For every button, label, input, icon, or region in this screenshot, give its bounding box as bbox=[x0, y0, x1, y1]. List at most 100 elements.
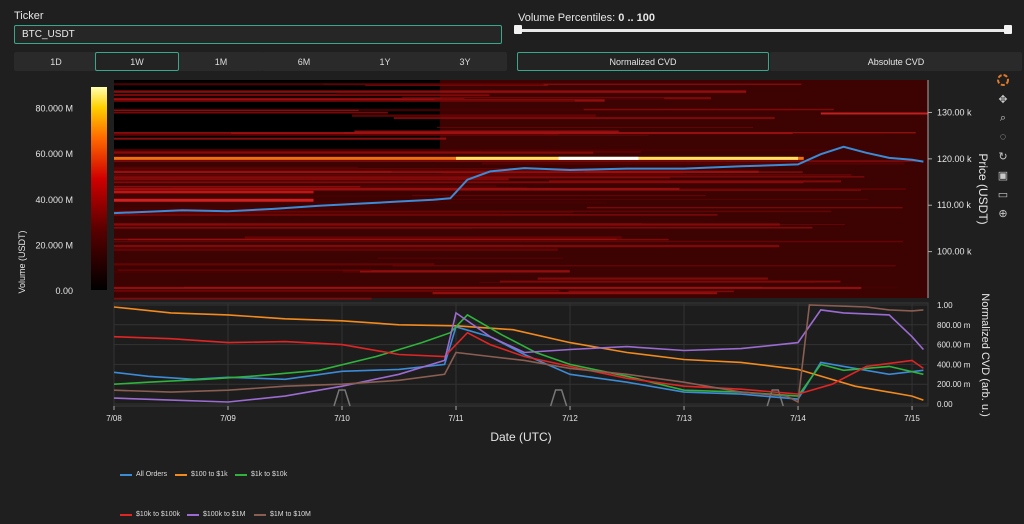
heatmap-band bbox=[336, 93, 744, 95]
price-axis-tick-label: 100.00 k bbox=[937, 247, 972, 257]
heatmap-band bbox=[482, 162, 905, 165]
colorbar-tick-label: 60.000 M bbox=[35, 149, 73, 159]
legend-swatch bbox=[254, 513, 266, 516]
heatmap-band bbox=[114, 240, 904, 243]
heatmap-band bbox=[377, 257, 564, 259]
heatmap-band bbox=[114, 109, 359, 111]
heatmap-band bbox=[114, 187, 680, 190]
heatmap-band bbox=[412, 194, 706, 197]
heatmap-band bbox=[114, 248, 558, 251]
cvd-axis-tick-label: 600.00 m bbox=[937, 341, 971, 350]
legend-item[interactable]: All Orders bbox=[120, 471, 167, 478]
heatmap-band bbox=[114, 263, 435, 266]
legend-swatch bbox=[235, 473, 247, 476]
legend-item[interactable]: $1k to $10k bbox=[235, 471, 287, 478]
legend-label: $100k to $1M bbox=[203, 511, 246, 518]
heatmap-band bbox=[583, 108, 834, 111]
x-axis-tick-label: 7/14 bbox=[790, 414, 806, 423]
heatmap-band bbox=[114, 97, 443, 99]
price-axis-title: Price (USDT) bbox=[976, 153, 990, 224]
x-axis-tick-label: 7/10 bbox=[334, 414, 350, 423]
heatmap-band bbox=[114, 83, 544, 86]
x-axis-tick-label: 7/08 bbox=[106, 414, 122, 423]
cvd-axis-tick-label: 400.00 m bbox=[937, 360, 971, 369]
colorbar-title: Volume (USDT) bbox=[17, 230, 27, 293]
heatmap-band bbox=[114, 176, 865, 178]
heatmap-band bbox=[244, 236, 622, 239]
heatmap-band bbox=[351, 114, 596, 117]
price-axis-tick-label: 120.00 k bbox=[937, 154, 972, 164]
heatmap-band bbox=[114, 148, 831, 151]
legend-label: All Orders bbox=[136, 471, 168, 478]
heatmap-band bbox=[114, 214, 718, 216]
heatmap-band bbox=[499, 280, 841, 283]
legend-label: $10k to $100k bbox=[136, 511, 180, 518]
legend-item[interactable]: $1M to $10M bbox=[254, 511, 311, 518]
heatmap-band bbox=[393, 117, 775, 120]
heatmap-band bbox=[114, 223, 780, 226]
heatmap-band bbox=[114, 195, 427, 198]
volume-heatmap bbox=[114, 80, 928, 300]
heatmap-band bbox=[114, 244, 780, 248]
heatmap-band bbox=[114, 186, 361, 188]
heatmap-band bbox=[436, 126, 754, 128]
legend-swatch bbox=[175, 473, 187, 476]
legend-label: $100 to $1k bbox=[191, 471, 228, 478]
cvd-lines-layer bbox=[113, 302, 929, 407]
heatmap-band-max bbox=[558, 156, 639, 160]
legend-swatch bbox=[120, 513, 132, 516]
heatmap-band bbox=[537, 277, 768, 280]
heatmap-band bbox=[117, 269, 372, 271]
heatmap-band bbox=[114, 90, 747, 93]
heatmap-band bbox=[432, 292, 717, 295]
heatmap-band bbox=[114, 198, 314, 202]
legend-label: $1k to $10k bbox=[251, 471, 288, 478]
heatmap-band bbox=[114, 190, 314, 194]
heatmap-band bbox=[114, 166, 359, 169]
legend-swatch bbox=[120, 473, 132, 476]
heatmap-band bbox=[114, 160, 923, 162]
x-axis-title: Date (UTC) bbox=[490, 430, 551, 444]
heatmap-band bbox=[114, 286, 862, 289]
x-axis-tick-label: 7/13 bbox=[676, 414, 692, 423]
heatmap-band bbox=[114, 290, 560, 292]
legend-swatch bbox=[187, 513, 199, 516]
x-axis-tick-label: 7/15 bbox=[904, 414, 920, 423]
chart-figure: 0.00 20.000 M 40.000 M 60.000 M 80.000 M Volu… bbox=[17, 80, 991, 444]
heatmap-band bbox=[114, 151, 594, 154]
cvd-axis-title: Normalized CVD (arb. u.) bbox=[979, 293, 991, 416]
x-axis-tick-label: 7/09 bbox=[220, 414, 236, 423]
colorbar-tick-label: 80.000 M bbox=[35, 104, 73, 114]
heatmap-band bbox=[114, 99, 575, 102]
heatmap-band bbox=[114, 181, 804, 184]
heatmap-band bbox=[114, 297, 372, 300]
cvd-axis-tick-label: 0.00 bbox=[937, 400, 953, 409]
heatmap-band bbox=[343, 270, 570, 273]
heatmap-band bbox=[114, 226, 813, 229]
heatmap-band bbox=[231, 132, 793, 135]
colorbar-tick-label: 20.000 M bbox=[35, 240, 73, 250]
heatmap-band bbox=[568, 290, 734, 293]
price-axis-tick-label: 110.00 k bbox=[937, 200, 971, 210]
heatmap-band bbox=[114, 270, 360, 274]
heatmap-band bbox=[424, 198, 868, 200]
legend-label: $1M to $10M bbox=[270, 511, 311, 518]
heatmap-band bbox=[820, 112, 928, 115]
heatmap-band bbox=[392, 264, 896, 267]
cvd-axis-tick-label: 200.00 m bbox=[937, 380, 971, 389]
heatmap-band bbox=[114, 137, 447, 140]
colorbar-tick-label: 0.00 bbox=[55, 286, 73, 296]
colorbar-tick-label: 40.000 M bbox=[35, 195, 73, 205]
legend-item[interactable]: $10k to $100k bbox=[120, 511, 180, 518]
heatmap-band bbox=[114, 178, 509, 181]
heatmap-band bbox=[114, 238, 617, 240]
x-axis-tick-label: 7/11 bbox=[449, 414, 465, 423]
colorbar bbox=[91, 87, 107, 290]
heatmap-band bbox=[586, 207, 903, 209]
heatmap-band bbox=[114, 171, 803, 173]
x-axis-tick-label: 7/12 bbox=[562, 414, 578, 423]
heatmap-band bbox=[114, 213, 503, 215]
cvd-axis-tick-label: 1.00 bbox=[937, 301, 953, 310]
legend-item[interactable]: $100k to $1M bbox=[187, 511, 245, 518]
legend-item[interactable]: $100 to $1k bbox=[175, 471, 228, 478]
